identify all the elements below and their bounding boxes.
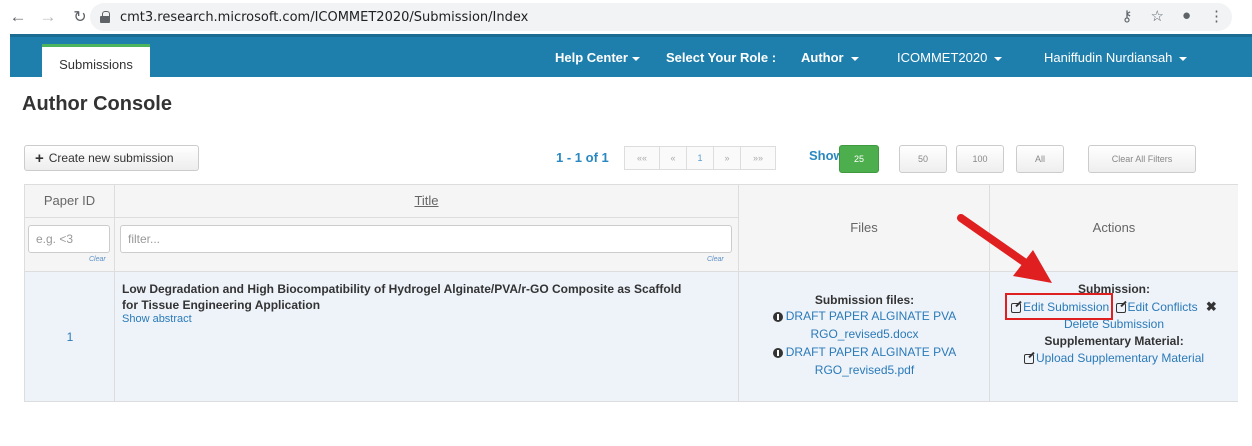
upload-supplementary-label: Upload Supplementary Material — [1035, 351, 1205, 365]
paper-id-header: Paper ID — [43, 193, 96, 208]
file-2-name-line-2: RGO_revised5.pdf — [814, 363, 915, 377]
actions-cell: Submission: Edit Submission Edit Conflic… — [990, 272, 1238, 402]
page-title: Author Console — [22, 93, 172, 115]
page-size-50-button[interactable]: 50 — [899, 145, 947, 173]
red-arrow-icon — [957, 214, 1052, 283]
create-submission-label: Create new submission — [48, 151, 174, 165]
url-text[interactable]: cmt3.research.microsoft.com/ICOMMET2020/… — [120, 10, 528, 25]
title-header-cell: Title — [115, 185, 739, 218]
back-arrow-icon[interactable]: ← — [6, 7, 30, 27]
pager-count: 1 - 1 of 1 — [556, 150, 609, 165]
paper-id-header-cell: Paper ID — [25, 185, 115, 218]
star-icon[interactable]: ☆ — [1150, 7, 1163, 25]
info-circle-icon — [772, 347, 783, 358]
top-navbar: Submissions Help Center Select Your Role… — [10, 34, 1252, 81]
create-submission-button[interactable]: + Create new submission — [24, 145, 199, 171]
paper-id-filter-input[interactable]: e.g. <3 — [28, 225, 110, 253]
edit-conflicts-label: Edit Conflicts — [1127, 300, 1198, 314]
lock-icon — [100, 11, 110, 23]
tab-submissions[interactable]: Submissions — [42, 44, 150, 81]
title-filter-cell: filter... Clear — [115, 218, 739, 272]
clear-all-filters-button[interactable]: Clear All Filters — [1088, 145, 1196, 173]
caret-down-icon — [850, 56, 859, 61]
file-link-pdf[interactable]: DRAFT PAPER ALGINATE PVA RGO_revised5.pd… — [739, 343, 990, 379]
forward-arrow-icon[interactable]: → — [36, 7, 60, 27]
caret-down-icon — [631, 56, 640, 61]
file-2-name-line-1: DRAFT PAPER ALGINATE PVA — [785, 345, 957, 359]
files-header: Files — [850, 220, 878, 235]
upload-supplementary-link[interactable]: Upload Supplementary Material — [990, 350, 1238, 367]
pager-last-button[interactable]: »» — [740, 146, 776, 170]
paper-id-cell: 1 — [25, 272, 115, 402]
file-1-name-line-1: DRAFT PAPER ALGINATE PVA — [785, 309, 957, 323]
user-menu[interactable]: Haniffudin Nurdiansah — [1044, 50, 1188, 65]
help-center-menu[interactable]: Help Center — [555, 50, 640, 65]
paper-title-line-1: Low Degradation and High Biocompatibilit… — [122, 282, 682, 296]
key-icon[interactable]: ⚷ — [1121, 7, 1132, 25]
edit-icon — [1023, 353, 1034, 364]
title-clear-link[interactable]: Clear — [707, 256, 724, 263]
delete-x-icon[interactable]: ✖ — [1206, 299, 1217, 314]
role-label: Select Your Role : — [666, 50, 777, 65]
file-link-docx[interactable]: DRAFT PAPER ALGINATE PVA RGO_revised5.do… — [739, 307, 990, 343]
address-bar[interactable]: cmt3.research.microsoft.com/ICOMMET2020/… — [90, 3, 1232, 31]
edit-icon — [1115, 302, 1126, 313]
paper-id-link[interactable]: 1 — [25, 330, 115, 344]
submission-files-label: Submission files: — [814, 293, 915, 307]
file-1-name-line-2: RGO_revised5.docx — [810, 327, 919, 341]
profile-icon[interactable]: ● — [1182, 7, 1191, 25]
role-selector[interactable]: Author — [801, 50, 859, 65]
title-header[interactable]: Title — [115, 185, 738, 208]
files-header-cell: Files — [739, 185, 990, 272]
help-center-label: Help Center — [555, 50, 628, 65]
role-value: Author — [801, 50, 844, 65]
page-size-all-button[interactable]: All — [1016, 145, 1064, 173]
reload-icon[interactable]: ↻ — [68, 7, 92, 27]
pager-prev-button[interactable]: « — [659, 146, 687, 170]
menu-dots-icon[interactable]: ⋮ — [1209, 7, 1224, 25]
pager-page-button[interactable]: 1 — [686, 146, 714, 170]
user-name: Haniffudin Nurdiansah — [1044, 50, 1173, 65]
show-abstract-link[interactable]: Show abstract — [122, 313, 734, 325]
files-cell: Submission files: DRAFT PAPER ALGINATE P… — [739, 272, 990, 402]
conference-menu[interactable]: ICOMMET2020 — [897, 50, 1003, 65]
plus-icon: + — [35, 149, 44, 167]
caret-down-icon — [994, 56, 1003, 61]
paper-title-line-2: for Tissue Engineering Application — [122, 298, 321, 312]
edit-conflicts-link[interactable]: Edit Conflicts — [1115, 300, 1198, 314]
page-size-100-button[interactable]: 100 — [956, 145, 1004, 173]
browser-toolbar: ← → ↻ cmt3.research.microsoft.com/ICOMME… — [0, 0, 1252, 34]
caret-down-icon — [1179, 56, 1188, 61]
page-size-25-button[interactable]: 25 — [839, 145, 879, 173]
paper-id-filter-cell: e.g. <3 Clear — [25, 218, 115, 272]
pager-first-button[interactable]: «« — [624, 146, 660, 170]
title-filter-input[interactable]: filter... — [120, 225, 732, 253]
supplementary-material-label: Supplementary Material: — [1044, 334, 1184, 348]
highlight-box — [1005, 293, 1113, 320]
paper-id-clear-link[interactable]: Clear — [89, 256, 106, 263]
conference-name: ICOMMET2020 — [897, 50, 988, 65]
title-cell: Low Degradation and High Biocompatibilit… — [115, 272, 739, 402]
pager-next-button[interactable]: » — [713, 146, 741, 170]
info-circle-icon — [772, 311, 783, 322]
